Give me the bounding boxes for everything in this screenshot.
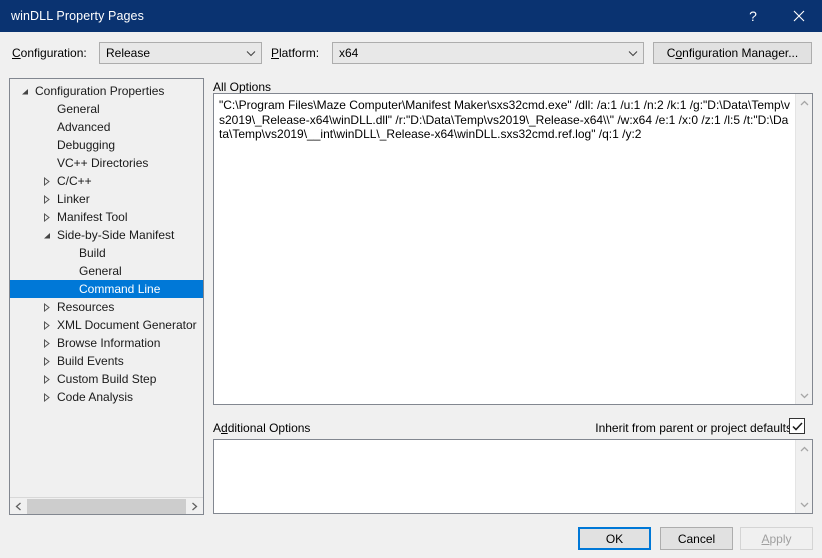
expander-collapsed-icon[interactable]: [38, 338, 54, 348]
tree-item-resources[interactable]: Resources: [10, 298, 203, 316]
tree-item-label: Resources: [57, 300, 115, 314]
expander-expanded-icon[interactable]: [16, 87, 32, 96]
all-options-label: All Options: [213, 80, 272, 94]
tree-item-custom-build-step[interactable]: Custom Build Step: [10, 370, 203, 388]
expander-collapsed-icon[interactable]: [38, 212, 54, 222]
tree-horizontal-scrollbar[interactable]: [10, 497, 203, 514]
property-tree[interactable]: Configuration Properties General Advanced D…: [9, 78, 204, 515]
window-title: winDLL Property Pages: [11, 9, 144, 23]
chevron-down-icon[interactable]: [796, 387, 812, 404]
configuration-manager-label: Configuration Manager...: [666, 46, 799, 60]
tree-item-label: General: [79, 264, 122, 278]
tree-item-label: Custom Build Step: [57, 372, 157, 386]
tree-item-label: Advanced: [57, 120, 111, 134]
expander-collapsed-icon[interactable]: [38, 194, 54, 204]
tree-item-general[interactable]: General: [10, 262, 203, 280]
tree-item-label: Configuration Properties: [35, 84, 165, 98]
tree-item-side-by-side-manifest[interactable]: Side-by-Side Manifest: [10, 226, 203, 244]
tree-item-label: Browse Information: [57, 336, 161, 350]
footer-separator: [0, 520, 822, 521]
additional-options-label: Additional Options: [213, 421, 311, 435]
platform-dropdown[interactable]: x64: [332, 42, 644, 64]
additional-options-box[interactable]: [213, 439, 813, 514]
chevron-down-icon: [241, 50, 261, 57]
scroll-left-icon[interactable]: [10, 498, 27, 514]
tree-item-manifest-tool[interactable]: Manifest Tool: [10, 208, 203, 226]
tree-item-command-line[interactable]: Command Line: [10, 280, 203, 298]
close-icon[interactable]: [776, 0, 822, 32]
expander-collapsed-icon[interactable]: [38, 176, 54, 186]
property-pages-dialog: winDLL Property Pages ? Configuration: R…: [0, 0, 822, 558]
tree-item-build[interactable]: Build: [10, 244, 203, 262]
platform-label: Platform:: [271, 46, 320, 60]
tree-item-browse-information[interactable]: Browse Information: [10, 334, 203, 352]
cancel-button[interactable]: Cancel: [660, 527, 733, 550]
configuration-manager-button[interactable]: Configuration Manager...: [653, 42, 812, 64]
configuration-label: Configuration:: [12, 46, 87, 60]
tree-item-xml-document-generator[interactable]: XML Document Generator: [10, 316, 203, 334]
scroll-right-icon[interactable]: [186, 498, 203, 514]
chevron-up-icon[interactable]: [796, 440, 812, 457]
help-icon[interactable]: ?: [730, 0, 776, 32]
inherit-defaults-label: Inherit from parent or project defaults: [595, 421, 792, 435]
apply-button[interactable]: Apply: [740, 527, 813, 550]
configuration-value: Release: [106, 46, 151, 60]
tree-scroll-thumb[interactable]: [27, 498, 186, 514]
tree-item-vc-directories[interactable]: VC++ Directories: [10, 154, 203, 172]
tree-item-label: Command Line: [79, 282, 161, 296]
expander-collapsed-icon[interactable]: [38, 356, 54, 366]
tree-item-configuration-properties[interactable]: Configuration Properties: [10, 82, 203, 100]
title-bar: winDLL Property Pages ?: [0, 0, 822, 32]
tree-item-label: Linker: [57, 192, 90, 206]
tree-item-advanced[interactable]: Advanced: [10, 118, 203, 136]
tree-item-label: Debugging: [57, 138, 116, 152]
inherit-defaults-checkbox[interactable]: [789, 418, 805, 434]
tree-item-code-analysis[interactable]: Code Analysis: [10, 388, 203, 406]
tree-item-label: Build: [79, 246, 106, 260]
tree-item-label: Code Analysis: [57, 390, 134, 404]
tree-item-label: General: [57, 102, 100, 116]
additional-options-scrollbar[interactable]: [795, 440, 812, 513]
tree-item-debugging[interactable]: Debugging: [10, 136, 203, 154]
additional-options-input[interactable]: [214, 440, 795, 513]
expander-collapsed-icon[interactable]: [38, 302, 54, 312]
tree-item-list: Configuration Properties General Advanced D…: [10, 82, 203, 406]
tree-item-label: C/C++: [57, 174, 92, 188]
tree-item-c-c[interactable]: C/C++: [10, 172, 203, 190]
chevron-down-icon[interactable]: [796, 496, 812, 513]
platform-value: x64: [339, 46, 359, 60]
tree-item-label: Manifest Tool: [57, 210, 128, 224]
tree-item-label: Side-by-Side Manifest: [57, 228, 175, 242]
all-options-text: "C:\Program Files\Maze Computer\Manifest…: [219, 98, 790, 141]
expander-collapsed-icon[interactable]: [38, 374, 54, 384]
expander-expanded-icon[interactable]: [38, 231, 54, 240]
tree-item-linker[interactable]: Linker: [10, 190, 203, 208]
configuration-dropdown[interactable]: Release: [99, 42, 262, 64]
chevron-up-icon[interactable]: [796, 94, 812, 111]
all-options-scrollbar[interactable]: [795, 94, 812, 404]
tree-item-label: VC++ Directories: [57, 156, 149, 170]
tree-item-label: Build Events: [57, 354, 124, 368]
configuration-bar: Configuration: Release Platform: x64 Con…: [0, 32, 822, 74]
all-options-box[interactable]: "C:\Program Files\Maze Computer\Manifest…: [213, 93, 813, 405]
tree-item-general[interactable]: General: [10, 100, 203, 118]
ok-button[interactable]: OK: [578, 527, 651, 550]
expander-collapsed-icon[interactable]: [38, 320, 54, 330]
tree-item-build-events[interactable]: Build Events: [10, 352, 203, 370]
checkmark-icon: [791, 421, 803, 431]
expander-collapsed-icon[interactable]: [38, 392, 54, 402]
tree-item-label: XML Document Generator: [57, 318, 197, 332]
chevron-down-icon: [623, 50, 643, 57]
